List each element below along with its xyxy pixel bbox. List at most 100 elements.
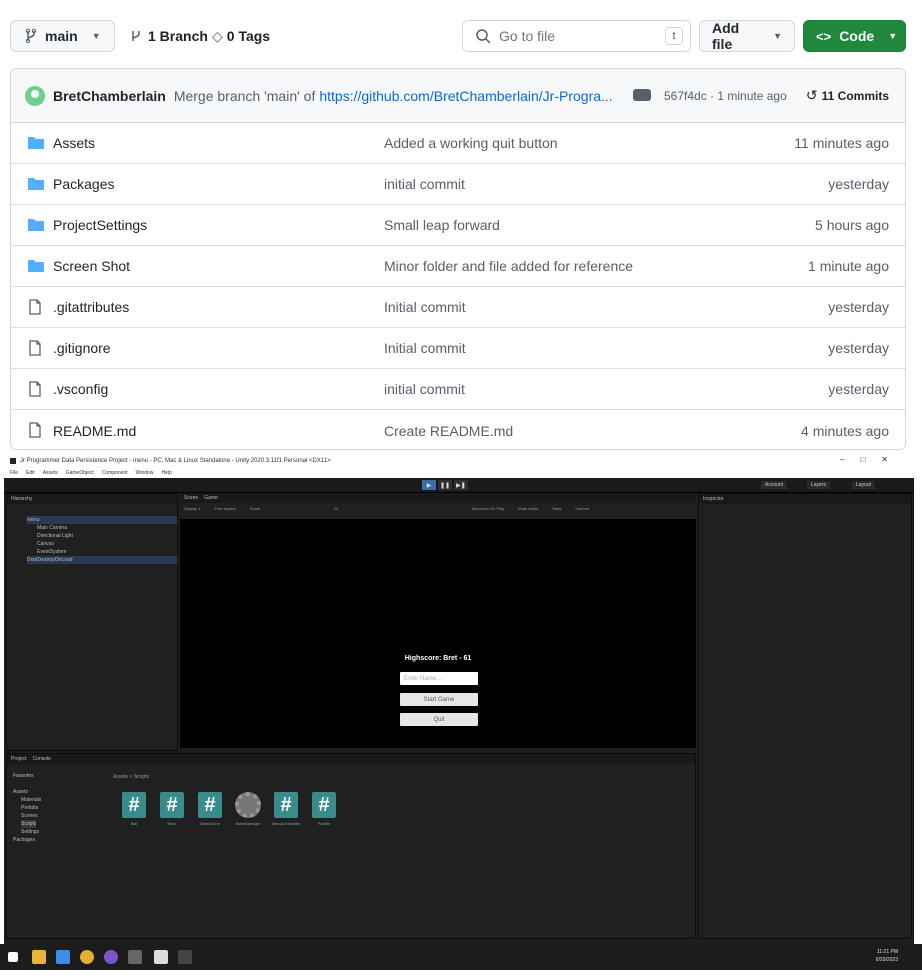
project-tree-item[interactable]: Settings bbox=[21, 828, 39, 836]
hierarchy-item[interactable]: Main Camera bbox=[27, 524, 177, 532]
folder-icon bbox=[28, 260, 44, 272]
quit-button[interactable]: Quit bbox=[400, 713, 478, 726]
file-commit-message[interactable]: Create README.md bbox=[384, 423, 513, 439]
aspect-select[interactable]: Free Aspect bbox=[214, 506, 235, 511]
hierarchy-item[interactable]: DontDestroyOnLoad bbox=[27, 556, 177, 564]
file-explorer-icon[interactable] bbox=[32, 950, 46, 964]
folder-icon bbox=[28, 137, 44, 149]
asset-label: MenuUIHandler bbox=[272, 821, 301, 826]
file-commit-message[interactable]: initial commit bbox=[384, 381, 465, 397]
file-row[interactable]: Screen Shot Minor folder and file added f… bbox=[11, 246, 905, 287]
project-tree-item[interactable]: Packages bbox=[13, 836, 35, 844]
gizmos-toggle[interactable]: Gizmos bbox=[575, 506, 589, 511]
asset-tile[interactable]: # Paddle bbox=[310, 792, 338, 826]
unity-menu-item[interactable]: Component bbox=[102, 470, 128, 476]
add-file-button[interactable]: Add file ▼ bbox=[699, 20, 795, 52]
system-clock[interactable]: 11:21 PM 6/29/2023 bbox=[876, 948, 898, 964]
tab-game[interactable]: Game bbox=[204, 495, 218, 501]
project-tree-item[interactable]: Assets bbox=[13, 788, 28, 796]
start-game-button[interactable]: Start Game bbox=[400, 693, 478, 706]
asset-tile[interactable]: MainManager bbox=[234, 792, 262, 826]
asset-tile[interactable]: # Brick bbox=[158, 792, 186, 826]
file-row[interactable]: .vsconfig initial commit yesterday bbox=[11, 369, 905, 410]
maximize-on-play-toggle[interactable]: Maximize On Play bbox=[472, 506, 504, 511]
ellipsis-icon[interactable] bbox=[633, 89, 651, 101]
project-tree-item[interactable]: Scripts bbox=[21, 820, 37, 828]
commits-link[interactable]: ↺ 11 Commits bbox=[806, 87, 889, 104]
tab-hierarchy[interactable]: Hierarchy bbox=[11, 496, 32, 502]
commit-link[interactable]: https://github.com/BretChamberlain/Jr-Pr… bbox=[319, 88, 612, 104]
file-name[interactable]: Screen Shot bbox=[53, 258, 130, 274]
unity-menu-item[interactable]: Window bbox=[136, 470, 154, 476]
commit-author[interactable]: BretChamberlain bbox=[53, 88, 166, 104]
display-select[interactable]: Display 1 bbox=[184, 506, 200, 511]
layout-dropdown[interactable]: Layout bbox=[852, 481, 876, 489]
project-tree-item[interactable]: Prefabs bbox=[21, 804, 38, 812]
unity-menu-item[interactable]: Help bbox=[161, 470, 171, 476]
unity-menu-item[interactable]: File bbox=[10, 470, 18, 476]
step-button[interactable]: ▶❚ bbox=[454, 480, 468, 490]
file-name[interactable]: .gitattributes bbox=[53, 299, 129, 315]
file-commit-message[interactable]: Small leap forward bbox=[384, 217, 500, 233]
file-row[interactable]: Packages initial commit yesterday bbox=[11, 164, 905, 205]
hierarchy-item[interactable]: menu bbox=[27, 516, 177, 524]
unity-menu-item[interactable]: Edit bbox=[26, 470, 35, 476]
mute-audio-toggle[interactable]: Mute Audio bbox=[518, 506, 538, 511]
file-row[interactable]: ProjectSettings Small leap forward 5 hours… bbox=[11, 205, 905, 246]
branch-select-button[interactable]: main ▼ bbox=[10, 20, 115, 52]
file-commit-message[interactable]: Added a working quit button bbox=[384, 135, 558, 151]
go-to-file-input[interactable]: Go to file t bbox=[462, 20, 691, 52]
file-name[interactable]: Assets bbox=[53, 135, 95, 151]
tab-project[interactable]: Project bbox=[11, 756, 27, 762]
start-icon[interactable] bbox=[8, 952, 18, 962]
github-desktop-icon[interactable] bbox=[104, 950, 118, 964]
chrome-icon[interactable] bbox=[80, 950, 94, 964]
file-commit-message[interactable]: Initial commit bbox=[384, 299, 466, 315]
tab-inspector[interactable]: Inspector bbox=[703, 496, 724, 502]
file-name[interactable]: .vsconfig bbox=[53, 381, 108, 397]
file-name[interactable]: Packages bbox=[53, 176, 114, 192]
window-controls[interactable]: –□✕ bbox=[840, 455, 904, 464]
unity-icon[interactable] bbox=[154, 950, 168, 964]
asset-tile[interactable]: # MenuUIHandler bbox=[272, 792, 300, 826]
file-name[interactable]: README.md bbox=[53, 423, 136, 439]
branches-link[interactable]: 1 Branch bbox=[128, 20, 212, 52]
avatar[interactable] bbox=[25, 85, 45, 106]
hierarchy-item[interactable]: Directional Light bbox=[27, 532, 177, 540]
play-button[interactable]: ▶ bbox=[422, 480, 436, 490]
project-tree-item[interactable]: Favorites bbox=[13, 772, 34, 780]
unity-menu-item[interactable]: GameObject bbox=[66, 470, 94, 476]
file-commit-message[interactable]: Minor folder and file added for referenc… bbox=[384, 258, 633, 274]
project-tree-item[interactable]: Materials bbox=[21, 796, 41, 804]
project-tree-item[interactable]: Scenes bbox=[21, 812, 38, 820]
unity-hub-icon[interactable] bbox=[128, 950, 142, 964]
todo-icon[interactable] bbox=[56, 950, 70, 964]
file-commit-message[interactable]: initial commit bbox=[384, 176, 465, 192]
asset-label: Paddle bbox=[317, 821, 331, 826]
file-row[interactable]: Assets Added a working quit button 11 minu… bbox=[11, 123, 905, 164]
asset-tile[interactable]: # DeathZone bbox=[196, 792, 224, 826]
tab-console[interactable]: Console bbox=[33, 756, 51, 762]
file-row[interactable]: .gitignore Initial commit yesterday bbox=[11, 328, 905, 369]
tab-scene[interactable]: Scene bbox=[184, 495, 198, 501]
file-name[interactable]: .gitignore bbox=[53, 340, 111, 356]
file-row[interactable]: .gitattributes Initial commit yesterday bbox=[11, 287, 905, 328]
pause-button[interactable]: ❚❚ bbox=[438, 480, 452, 490]
history-icon: ↺ bbox=[805, 87, 818, 103]
file-row[interactable]: README.md Create README.md 4 minutes ago bbox=[11, 410, 905, 449]
layers-dropdown[interactable]: Layers bbox=[807, 481, 831, 489]
asset-tile[interactable]: # Ball bbox=[120, 792, 148, 826]
hierarchy-item[interactable]: EventSystem bbox=[27, 548, 177, 556]
code-button[interactable]: <> Code ▼ bbox=[803, 20, 906, 52]
tags-link[interactable]: ◇ 0 Tags bbox=[212, 20, 274, 52]
commit-message[interactable]: Merge branch 'main' of bbox=[174, 88, 316, 104]
commit-sha[interactable]: 567f4dc · 1 minute ago bbox=[664, 89, 787, 103]
file-name[interactable]: ProjectSettings bbox=[53, 217, 147, 233]
hierarchy-item[interactable]: Canvas bbox=[27, 540, 177, 548]
file-commit-message[interactable]: Initial commit bbox=[384, 340, 466, 356]
app-icon[interactable] bbox=[178, 950, 192, 964]
unity-menu-item[interactable]: Assets bbox=[43, 470, 58, 476]
name-input[interactable]: Enter Name... bbox=[400, 672, 478, 685]
stats-toggle[interactable]: Stats bbox=[552, 506, 561, 511]
account-dropdown[interactable]: Account bbox=[761, 481, 788, 489]
